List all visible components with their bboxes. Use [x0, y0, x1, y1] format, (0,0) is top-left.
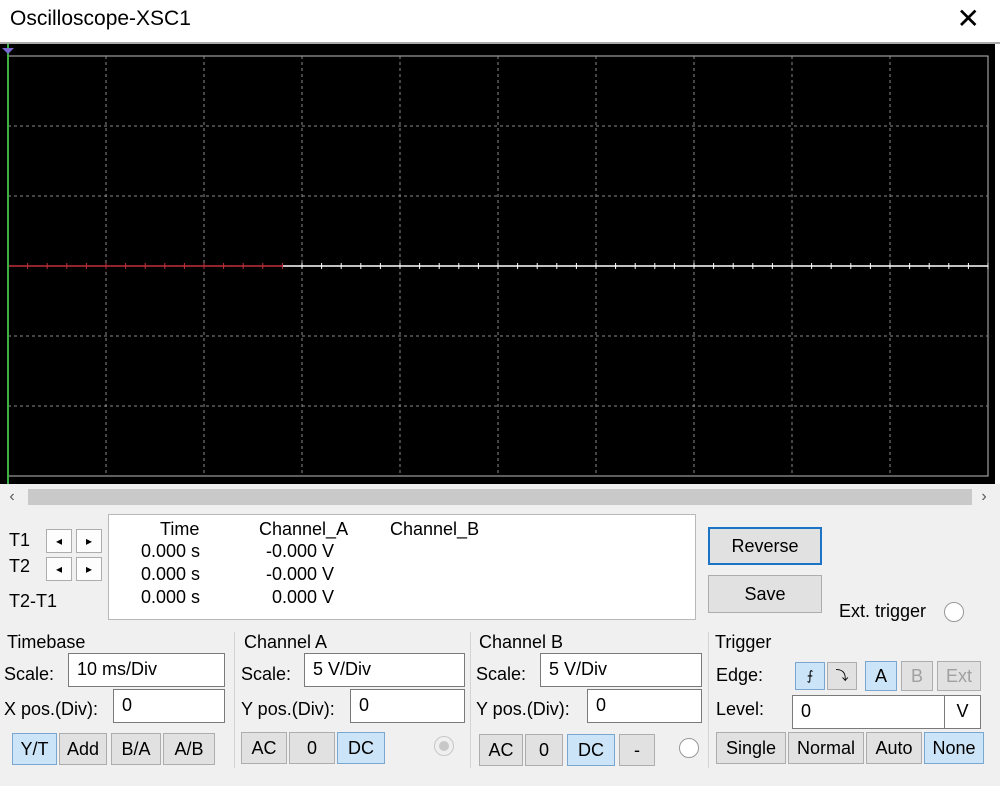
scrollbar-track[interactable]	[28, 489, 972, 505]
title-bar: Oscilloscope-XSC1 ✕	[0, 0, 1000, 42]
timebase-scale-field[interactable]: 10 ms/Div	[68, 653, 225, 687]
x-position-label: X pos.(Div):	[4, 699, 99, 719]
readout-t1-channel-a: -0.000 V	[266, 541, 335, 561]
falling-edge-icon[interactable]: ⤵	[827, 662, 857, 690]
group-separator	[234, 632, 235, 768]
channel-a-radio[interactable]	[434, 736, 454, 756]
trigger-level-label: Level:	[716, 699, 765, 719]
t2-t1-label: T2-T1	[9, 591, 58, 611]
trigger-none-button[interactable]: None	[924, 732, 984, 764]
mode-yt-button[interactable]: Y/T	[12, 733, 57, 765]
window-title: Oscilloscope-XSC1	[10, 7, 191, 30]
t2-left-arrow-icon[interactable]: ◂	[46, 557, 72, 581]
mode-add-button[interactable]: Add	[59, 733, 107, 765]
trigger-source-a-button[interactable]: A	[865, 661, 897, 691]
scroll-right-icon[interactable]: ›	[974, 486, 994, 508]
channel-b-scale-label: Scale:	[476, 664, 527, 684]
x-position-field[interactable]: 0	[113, 689, 225, 723]
channel-b-minus-button[interactable]: -	[619, 734, 655, 766]
channel-a-zero-button[interactable]: 0	[289, 732, 335, 764]
trigger-level-unit[interactable]: V	[944, 695, 981, 729]
trigger-source-b-button[interactable]: B	[901, 661, 933, 691]
t1-right-arrow-icon[interactable]: ▸	[76, 529, 102, 553]
t1-left-arrow-icon[interactable]: ◂	[46, 529, 72, 553]
close-icon[interactable]: ✕	[957, 2, 980, 36]
group-separator	[708, 632, 709, 768]
timebase-title: Timebase	[7, 632, 86, 652]
reverse-button[interactable]: Reverse	[708, 527, 822, 565]
channel-b-zero-button[interactable]: 0	[525, 734, 563, 766]
mode-b-over-a-button[interactable]: B/A	[111, 733, 161, 765]
channel-a-ypos-label: Y pos.(Div):	[241, 699, 335, 719]
readout-diff-channel-a: 0.000 V	[272, 587, 335, 607]
center-axis-ticks	[7, 263, 989, 269]
save-button[interactable]: Save	[708, 575, 822, 613]
channel-b-ac-button[interactable]: AC	[479, 734, 523, 766]
scope-display[interactable]	[0, 44, 995, 484]
timebase-scale-label: Scale:	[4, 664, 55, 684]
cursor-panel: T1 T2 T2-T1 ◂ ▸ ◂ ▸	[0, 512, 106, 620]
channel-b-ypos-field[interactable]: 0	[587, 689, 702, 723]
channel-b-radio[interactable]	[679, 738, 699, 758]
channel-a-scale-label: Scale:	[241, 664, 292, 684]
channel-a-ac-button[interactable]: AC	[241, 732, 287, 764]
readout-t2-time: 0.000 s	[141, 564, 201, 584]
mode-a-over-b-button[interactable]: A/B	[163, 733, 215, 765]
trigger-auto-button[interactable]: Auto	[866, 732, 922, 764]
trigger-title: Trigger	[715, 632, 772, 652]
trigger-level-field[interactable]: 0	[792, 695, 945, 729]
readout-header-time: Time	[160, 519, 200, 539]
t2-right-arrow-icon[interactable]: ▸	[76, 557, 102, 581]
trigger-normal-button[interactable]: Normal	[788, 732, 864, 764]
rising-edge-icon[interactable]: ⨍	[795, 662, 825, 690]
cursor-t1-marker-icon	[2, 48, 14, 54]
t1-label: T1	[9, 530, 31, 550]
channel-b-scale-field[interactable]: 5 V/Div	[540, 653, 702, 687]
readout-header-channel-b: Channel_B	[390, 519, 480, 539]
readout-t2-channel-a: -0.000 V	[266, 564, 335, 584]
t2-label: T2	[9, 556, 31, 576]
readout-diff-time: 0.000 s	[141, 587, 201, 607]
horizontal-scrollbar[interactable]: ‹ ›	[0, 486, 1000, 508]
readout-t1-time: 0.000 s	[141, 541, 201, 561]
channel-a-title: Channel A	[244, 632, 328, 652]
channel-b-ypos-label: Y pos.(Div):	[476, 699, 570, 719]
readout-header-channel-a: Channel_A	[259, 519, 349, 539]
channel-a-ypos-field[interactable]: 0	[350, 689, 465, 723]
trigger-edge-label: Edge:	[716, 665, 764, 685]
channel-b-dc-button[interactable]: DC	[567, 734, 615, 766]
channel-a-dc-button[interactable]: DC	[337, 732, 385, 764]
trigger-source-ext-button[interactable]: Ext	[937, 661, 981, 691]
cursor-readout-table: Time Channel_A Channel_B 0.000 s -0.000 …	[108, 514, 696, 620]
ext-trigger-label: Ext. trigger	[839, 601, 927, 621]
right-edge-strip	[995, 44, 1000, 484]
channel-a-scale-field[interactable]: 5 V/Div	[304, 653, 465, 687]
ext-trigger-radio[interactable]	[944, 602, 964, 622]
trigger-single-button[interactable]: Single	[716, 732, 786, 764]
scroll-left-icon[interactable]: ‹	[2, 486, 22, 508]
group-separator	[470, 632, 471, 768]
channel-b-title: Channel B	[479, 632, 564, 652]
